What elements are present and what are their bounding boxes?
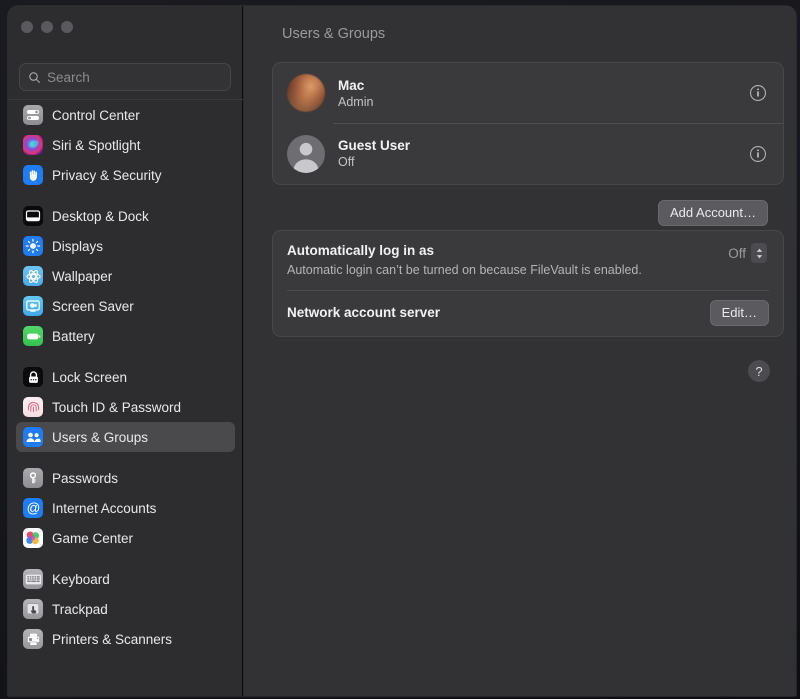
sidebar-item-desktop-dock[interactable]: Desktop & Dock <box>16 201 235 231</box>
user-status: Admin <box>338 95 373 109</box>
system-settings-window: Search Control Center Siri & Spotlight Pri… <box>8 6 796 696</box>
sidebar-item-battery[interactable]: Battery <box>16 321 235 351</box>
sidebar-nav: Control Center Siri & Spotlight Privacy & … <box>8 99 243 696</box>
sidebar-item-game-center[interactable]: Game Center <box>16 523 235 553</box>
sidebar-item-keyboard[interactable]: Keyboard <box>16 564 235 594</box>
displays-icon <box>23 236 43 256</box>
users-groups-icon <box>23 427 43 447</box>
sidebar-group-1: Desktop & Dock Displays Wallpaper Screen Sa… <box>8 201 243 351</box>
auto-login-value: Off <box>728 246 746 261</box>
keyboard-icon <box>23 569 43 589</box>
sidebar-item-label: Users & Groups <box>52 430 148 445</box>
sidebar-item-label: Passwords <box>52 471 118 486</box>
sidebar-group-0: Control Center Siri & Spotlight Privacy & … <box>8 100 243 190</box>
search-icon <box>28 71 41 84</box>
sidebar-item-trackpad[interactable]: Trackpad <box>16 594 235 624</box>
sidebar-item-passwords[interactable]: Passwords <box>16 463 235 493</box>
sidebar-item-label: Battery <box>52 329 95 344</box>
sidebar-item-printers-scanners[interactable]: Printers & Scanners <box>16 624 235 654</box>
screen-saver-icon <box>23 296 43 316</box>
search-placeholder: Search <box>47 70 90 85</box>
sidebar-item-label: Siri & Spotlight <box>52 138 141 153</box>
sidebar-item-users-groups[interactable]: Users & Groups <box>16 422 235 452</box>
passwords-key-icon <box>23 468 43 488</box>
sidebar: Search Control Center Siri & Spotlight Pri… <box>8 6 243 696</box>
sidebar-item-label: Keyboard <box>52 572 110 587</box>
user-row-guest[interactable]: Guest User Off <box>273 124 783 184</box>
auto-login-title: Automatically log in as <box>287 243 642 258</box>
privacy-security-icon <box>23 165 43 185</box>
control-center-icon <box>23 105 43 125</box>
sidebar-item-privacy-security[interactable]: Privacy & Security <box>16 160 235 190</box>
users-list-card: Mac Admin <box>272 62 784 185</box>
sidebar-item-wallpaper[interactable]: Wallpaper <box>16 261 235 291</box>
sidebar-item-label: Printers & Scanners <box>52 632 172 647</box>
sidebar-item-label: Lock Screen <box>52 370 127 385</box>
sidebar-item-siri-spotlight[interactable]: Siri & Spotlight <box>16 130 235 160</box>
sidebar-group-2: Lock Screen Touch ID & Password Users & Gr… <box>8 362 243 452</box>
sidebar-item-label: Game Center <box>52 531 133 546</box>
info-circle-icon[interactable] <box>749 145 767 163</box>
battery-icon <box>23 326 43 346</box>
sidebar-item-control-center[interactable]: Control Center <box>16 100 235 130</box>
siri-icon <box>23 135 43 155</box>
zoom-button[interactable] <box>61 21 73 33</box>
sidebar-item-label: Desktop & Dock <box>52 209 149 224</box>
close-button[interactable] <box>21 21 33 33</box>
network-account-server-row: Network account server Edit… <box>273 291 783 336</box>
window-traffic-lights <box>21 21 73 33</box>
desktop-dock-icon <box>23 206 43 226</box>
search-field[interactable]: Search <box>19 63 231 91</box>
trackpad-icon <box>23 599 43 619</box>
printers-scanners-icon <box>23 629 43 649</box>
sidebar-item-internet-accounts[interactable]: @ Internet Accounts <box>16 493 235 523</box>
minimize-button[interactable] <box>41 21 53 33</box>
chevron-up-down-icon[interactable] <box>751 243 767 263</box>
game-center-icon <box>23 528 43 548</box>
auto-login-description: Automatic login can’t be turned on becau… <box>287 262 642 278</box>
sidebar-item-label: Displays <box>52 239 103 254</box>
sidebar-item-label: Privacy & Security <box>52 168 162 183</box>
touch-id-icon <box>23 397 43 417</box>
network-account-server-title: Network account server <box>287 305 440 320</box>
sidebar-item-touch-id-password[interactable]: Touch ID & Password <box>16 392 235 422</box>
user-status: Off <box>338 155 410 169</box>
info-circle-icon[interactable] <box>749 84 767 102</box>
sidebar-group-3: Passwords @ Internet Accounts Game Center <box>8 463 243 553</box>
svg-text:@: @ <box>26 500 40 515</box>
user-row-mac[interactable]: Mac Admin <box>273 63 783 123</box>
sidebar-group-4: Keyboard Trackpad Printers & Scanners <box>8 564 243 654</box>
content-pane: Users & Groups Mac Admin <box>244 6 796 696</box>
wallpaper-icon <box>23 266 43 286</box>
edit-button[interactable]: Edit… <box>710 300 769 326</box>
screen: Search Control Center Siri & Spotlight Pri… <box>0 0 800 699</box>
login-options-card: Automatically log in as Automatic login … <box>272 230 784 337</box>
help-button[interactable]: ? <box>748 360 770 382</box>
sidebar-item-label: Screen Saver <box>52 299 134 314</box>
user-name: Mac <box>338 78 373 93</box>
add-account-button[interactable]: Add Account… <box>658 200 768 226</box>
lock-screen-icon <box>23 367 43 387</box>
sidebar-item-label: Internet Accounts <box>52 501 156 516</box>
sidebar-item-lock-screen[interactable]: Lock Screen <box>16 362 235 392</box>
internet-accounts-icon: @ <box>23 498 43 518</box>
page-title: Users & Groups <box>282 26 385 42</box>
sidebar-item-label: Wallpaper <box>52 269 112 284</box>
sidebar-item-displays[interactable]: Displays <box>16 231 235 261</box>
auto-login-row: Automatically log in as Automatic login … <box>273 231 783 290</box>
sidebar-item-screen-saver[interactable]: Screen Saver <box>16 291 235 321</box>
sidebar-item-label: Trackpad <box>52 602 108 617</box>
avatar[interactable] <box>287 135 325 173</box>
user-name: Guest User <box>338 138 410 153</box>
sidebar-item-label: Touch ID & Password <box>52 400 181 415</box>
avatar[interactable] <box>287 74 325 112</box>
sidebar-item-label: Control Center <box>52 108 140 123</box>
